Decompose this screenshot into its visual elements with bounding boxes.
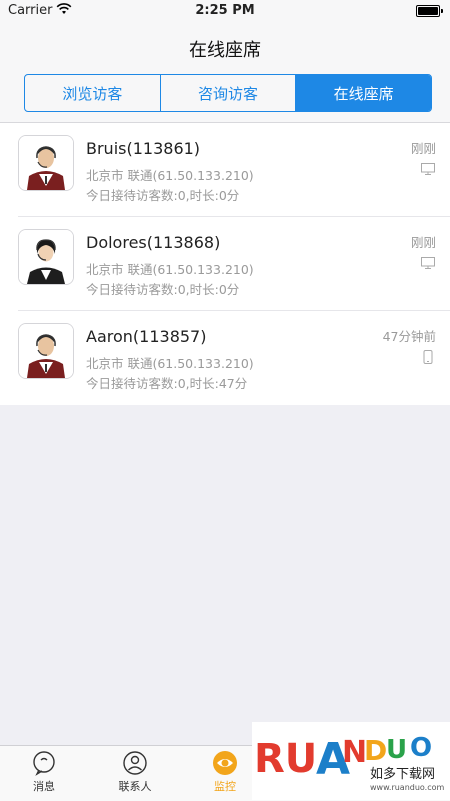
svg-text:D: D [364,734,387,767]
segmented-control: 浏览访客 咨询访客 在线座席 [24,74,432,112]
segment-consulting-visitors[interactable]: 咨询访客 [161,75,297,111]
desktop-icon [420,255,436,271]
tab-messages[interactable]: 消息 [14,750,74,794]
avatar [18,229,74,285]
svg-text:RU: RU [254,736,317,782]
page-title: 在线座席 [189,40,261,61]
list-item[interactable]: Bruis(113861) 北京市 联通(61.50.133.210) 今日接待… [0,123,450,217]
last-active-time: 刚刚 [410,235,436,250]
agent-stats: 今日接待访客数:0,时长:0分 [86,282,240,297]
monitor-eye-icon [195,750,255,776]
list-item[interactable]: Aaron(113857) 北京市 联通(61.50.133.210) 今日接待… [0,311,450,405]
tab-label: 联系人 [118,780,152,793]
segment-browsing-visitors[interactable]: 浏览访客 [25,75,161,111]
avatar [18,135,74,191]
agent-name: Bruis(113861) [86,139,201,158]
agent-name: Aaron(113857) [86,327,207,346]
battery-icon [416,5,443,17]
svg-text:www.ruanduo.com: www.ruanduo.com [370,783,445,792]
agent-location: 北京市 联通(61.50.133.210) [86,168,254,183]
tab-monitor[interactable]: 监控 [195,750,255,794]
avatar [18,323,74,379]
agent-list: Bruis(113861) 北京市 联通(61.50.133.210) 今日接待… [0,123,450,405]
svg-text:U: U [386,735,407,765]
agent-stats: 今日接待访客数:0,时长:0分 [86,188,240,203]
clock: 2:25 PM [195,3,255,18]
navigation-bar: 在线座席 浏览访客 咨询访客 在线座席 [0,22,450,123]
status-bar: Carrier 2:25 PM [0,0,450,22]
agent-stats: 今日接待访客数:0,时长:47分 [86,376,248,391]
agent-location: 北京市 联通(61.50.133.210) [86,356,254,371]
list-item[interactable]: Dolores(113868) 北京市 联通(61.50.133.210) 今日… [0,217,450,311]
tab-contacts[interactable]: 联系人 [105,750,165,794]
contacts-icon [105,750,165,776]
mobile-icon [420,349,436,365]
last-active-time: 47分钟前 [382,329,436,344]
message-icon [14,750,74,776]
svg-text:O: O [410,733,432,763]
last-active-time: 刚刚 [410,141,436,156]
watermark-logo: RU A N D U O 如多下载网 www.ruanduo.com [252,722,450,800]
agent-name: Dolores(113868) [86,233,221,252]
svg-text:如多下载网: 如多下载网 [370,766,435,782]
tab-label: 消息 [33,780,55,793]
tab-label: 监控 [214,780,236,793]
desktop-icon [420,161,436,177]
agent-location: 北京市 联通(61.50.133.210) [86,262,254,277]
segment-online-agents[interactable]: 在线座席 [296,75,431,111]
